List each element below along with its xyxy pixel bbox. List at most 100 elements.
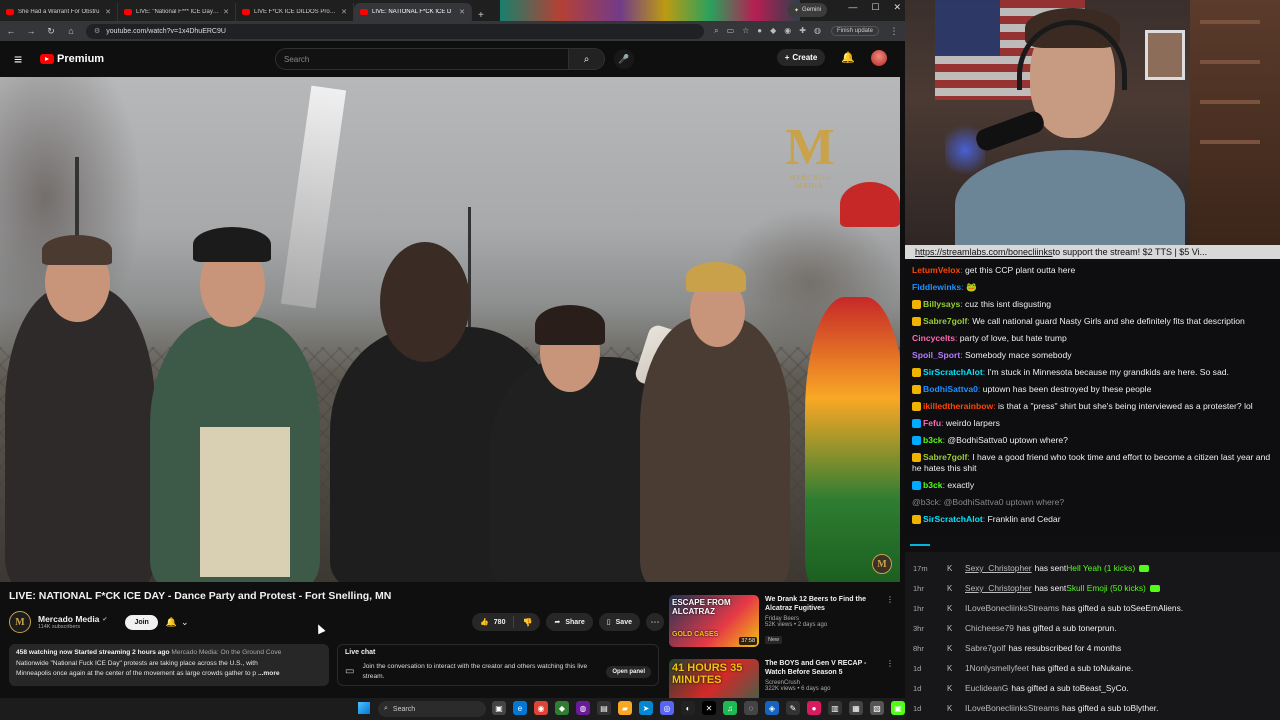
channel-name[interactable]: Mercado Media <box>38 614 99 624</box>
app-icon[interactable]: ✎ <box>786 701 800 715</box>
url-field[interactable]: ⚙ youtube.com/watch?v=1x4DhuERC9U <box>86 23 705 39</box>
recommendation-item[interactable]: ESCAPE FROM ALCATRAZ GOLD CASES 37:58 We… <box>669 595 894 651</box>
channel-watermark-icon[interactable]: M <box>872 554 892 574</box>
streamlabs-link[interactable]: https://streamlabs.com/bonecliinks <box>915 247 1053 257</box>
event-username[interactable]: Sabre7golf <box>965 643 1006 653</box>
account-avatar[interactable] <box>871 49 887 66</box>
reload-icon[interactable]: ↻ <box>46 26 56 37</box>
windows-start-icon[interactable] <box>358 702 370 714</box>
gemini-button[interactable]: ✦ Gemini <box>788 3 828 17</box>
bookmark-star-icon[interactable]: ☆ <box>742 26 749 36</box>
event-username[interactable]: 1Nonlysmellyfeet <box>965 663 1029 673</box>
app-icon[interactable]: ◌ <box>744 701 758 715</box>
puzzle-icon[interactable]: ✚ <box>799 26 806 36</box>
app-icon[interactable]: ● <box>807 701 821 715</box>
chat-username[interactable]: Billysays <box>923 299 960 309</box>
chat-username[interactable]: Sabre7golf <box>923 316 967 326</box>
hamburger-menu-icon[interactable]: ≡ <box>14 51 34 67</box>
chat-username[interactable]: b3ck <box>923 480 943 490</box>
search-icon[interactable]: ⌕ <box>569 48 605 70</box>
chat-username[interactable]: Cincycelts <box>912 333 955 343</box>
chrome-icon[interactable]: ◉ <box>534 701 548 715</box>
youtube-logo[interactable]: Premium <box>40 53 104 65</box>
microphone-icon[interactable]: 🎤 <box>614 49 634 69</box>
event-username[interactable]: Sexy_Christopher <box>965 563 1032 573</box>
taskbar-search[interactable]: ⌕ Search <box>378 701 486 717</box>
browser-tab-active[interactable]: LIVE: NATIONAL F*CK ICE D ✕ <box>354 3 472 21</box>
extension-icon[interactable]: ◆ <box>770 26 776 36</box>
event-username[interactable]: ILoveBonecliinksStreams <box>965 703 1059 713</box>
cast-icon[interactable]: ▭ <box>727 26 735 36</box>
close-tab-icon[interactable]: ✕ <box>223 8 229 16</box>
channel-avatar[interactable]: M <box>9 611 31 633</box>
search-input[interactable] <box>275 48 569 70</box>
kebab-menu-icon[interactable]: ⋮ <box>886 659 894 668</box>
app-icon[interactable]: ▥ <box>828 701 842 715</box>
chat-username[interactable]: BodhiSattva0 <box>923 384 978 394</box>
file-explorer-icon[interactable]: ▰ <box>618 701 632 715</box>
join-button[interactable]: Join <box>125 614 158 630</box>
subscription-bell-button[interactable]: 🔔 ⌄ <box>166 617 189 628</box>
video-thumbnail[interactable]: ESCAPE FROM ALCATRAZ GOLD CASES 37:58 <box>669 595 759 647</box>
forward-arrow-icon[interactable]: → <box>26 26 36 36</box>
channel-name-row[interactable]: Mercado Media ✔ <box>38 614 107 624</box>
browser-tab[interactable]: LIVE: "National F*** ICE Day" P ✕ <box>118 3 236 21</box>
task-view-icon[interactable]: ▣ <box>492 701 506 715</box>
browser-tab[interactable]: LIVE F*CK ICE DILDOS Protest ✕ <box>236 3 354 21</box>
finish-update-button[interactable]: Finish update <box>830 26 879 36</box>
close-tab-icon[interactable]: ✕ <box>341 8 347 16</box>
spotify-icon[interactable]: ♫ <box>723 701 737 715</box>
app-icon[interactable]: ▦ <box>849 701 863 715</box>
notifications-bell-icon[interactable]: 🔔 <box>841 51 855 64</box>
kick-icon[interactable]: ▣ <box>891 701 905 715</box>
close-window-icon[interactable]: ✕ <box>893 2 901 13</box>
chat-username[interactable]: SirScratchAlot <box>923 514 983 524</box>
app-icon[interactable]: ✕ <box>702 701 716 715</box>
home-icon[interactable]: ⌂ <box>66 26 76 36</box>
open-panel-button[interactable]: Open panel <box>606 665 651 678</box>
obs-icon[interactable]: ◍ <box>576 701 590 715</box>
like-button[interactable]: 👍 780 <box>472 616 515 628</box>
app-icon[interactable]: ▤ <box>597 701 611 715</box>
chat-username[interactable]: Sabre7golf <box>923 452 967 462</box>
kebab-menu-icon[interactable]: ⋮ <box>886 595 894 604</box>
extension-icon[interactable]: ◉ <box>784 26 791 36</box>
site-info-icon[interactable]: ⚙ <box>94 27 100 35</box>
recommendation-title[interactable]: We Drank 12 Beers to Find the Alcatraz F… <box>765 595 884 613</box>
discord-icon[interactable]: ◎ <box>660 701 674 715</box>
zoom-icon[interactable]: ⌕ <box>714 26 718 36</box>
event-username[interactable]: Chicheese79 <box>965 623 1014 633</box>
chat-username[interactable]: Fefu <box>923 418 941 428</box>
close-tab-icon[interactable]: ✕ <box>459 8 465 16</box>
app-icon[interactable]: ➤ <box>639 701 653 715</box>
event-username[interactable]: Sexy_Christopher <box>965 583 1032 593</box>
minimize-icon[interactable]: — <box>848 2 857 13</box>
chat-username[interactable]: LetumVelox <box>912 265 960 275</box>
chat-username[interactable]: b3ck <box>923 435 943 445</box>
new-tab-button[interactable]: + <box>472 10 490 21</box>
video-player[interactable]: M MERCADO MEDIA M <box>0 77 900 582</box>
browser-tab[interactable]: She Had a Warrant For Obstru ✕ <box>0 3 118 21</box>
profile-icon[interactable]: ◍ <box>814 26 821 36</box>
app-icon[interactable]: ◐ <box>681 701 695 715</box>
edge-icon[interactable]: e <box>513 701 527 715</box>
maximize-icon[interactable]: ☐ <box>871 2 879 13</box>
more-actions-icon[interactable]: ⋯ <box>646 613 664 631</box>
recommendation-title[interactable]: The BOYS and Gen V RECAP - Watch Before … <box>765 659 884 677</box>
create-button[interactable]: + Create <box>776 49 826 66</box>
description-box[interactable]: 458 watching now Started streaming 2 hou… <box>9 644 329 686</box>
chat-username[interactable]: Fiddlewinks <box>912 282 961 292</box>
event-username[interactable]: ILoveBonecliinksStreams <box>965 603 1059 613</box>
event-username[interactable]: EuclideanG <box>965 683 1008 693</box>
back-arrow-icon[interactable]: ← <box>6 26 16 36</box>
chat-username[interactable]: SirScratchAlot <box>923 367 983 377</box>
share-button[interactable]: ➦ Share <box>546 613 593 631</box>
kebab-menu-icon[interactable]: ⋮ <box>889 26 899 37</box>
dislike-button[interactable]: 👎 <box>514 618 540 627</box>
save-button[interactable]: ▯ Save <box>598 613 640 631</box>
chat-username[interactable]: ikilledtherainbow <box>923 401 993 411</box>
chat-username[interactable]: Spoil_Sport <box>912 350 960 360</box>
app-icon[interactable]: ▧ <box>870 701 884 715</box>
app-icon[interactable]: ◆ <box>555 701 569 715</box>
app-icon[interactable]: ◈ <box>765 701 779 715</box>
